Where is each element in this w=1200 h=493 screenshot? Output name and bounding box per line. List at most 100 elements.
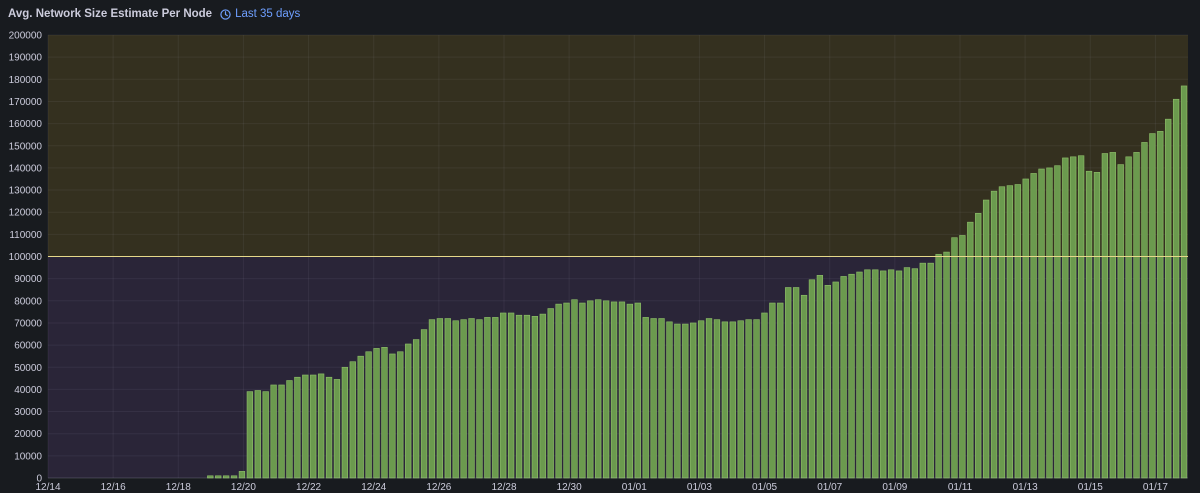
- bar: [792, 287, 800, 479]
- bar: [626, 303, 634, 479]
- bar: [1172, 98, 1180, 479]
- bar: [864, 269, 871, 479]
- x-tick-label: 12/14: [35, 482, 60, 493]
- bar: [1157, 131, 1164, 479]
- bar: [325, 376, 333, 479]
- bar: [872, 269, 879, 479]
- bar: [729, 321, 736, 479]
- bar: [903, 267, 911, 479]
- y-tick-label: 120000: [9, 208, 43, 219]
- bar: [951, 237, 958, 479]
- bar: [1101, 153, 1109, 479]
- bar: [1077, 155, 1085, 479]
- bar: [571, 299, 578, 479]
- bar: [262, 391, 269, 479]
- bar: [595, 299, 602, 479]
- bar: [1093, 172, 1101, 479]
- bar: [1070, 156, 1077, 479]
- bar: [333, 379, 341, 479]
- y-tick-label: 60000: [14, 341, 42, 352]
- y-tick-label: 70000: [14, 318, 42, 329]
- bar: [381, 347, 388, 479]
- y-tick-label: 140000: [9, 163, 43, 174]
- bar: [880, 270, 887, 479]
- bar: [682, 323, 689, 479]
- bar: [800, 294, 808, 479]
- bar: [1149, 133, 1156, 479]
- bar: [531, 316, 539, 479]
- bar: [365, 351, 372, 479]
- bar: [1109, 152, 1116, 479]
- bar: [634, 302, 641, 479]
- y-tick-label: 160000: [9, 119, 43, 130]
- bar: [927, 262, 934, 479]
- bar: [476, 319, 483, 479]
- bar: [507, 312, 515, 479]
- bar: [666, 321, 673, 479]
- bar: [895, 270, 903, 479]
- y-tick-label: 30000: [14, 407, 42, 418]
- x-tick-label: 12/16: [101, 482, 126, 493]
- bar: [1125, 156, 1132, 479]
- bar: [341, 366, 349, 479]
- bar: [808, 279, 816, 479]
- x-tick-label: 12/30: [557, 482, 582, 493]
- bar: [286, 380, 293, 479]
- x-tick-label: 12/24: [361, 482, 386, 493]
- bar: [389, 353, 396, 479]
- bar: [919, 262, 926, 479]
- bar: [1038, 168, 1045, 479]
- bar: [1046, 167, 1053, 479]
- bar: [373, 348, 380, 479]
- x-tick-label: 01/13: [1013, 482, 1038, 493]
- bar: [832, 281, 839, 479]
- bar: [967, 221, 974, 479]
- bar: [690, 322, 697, 479]
- bar: [697, 320, 705, 479]
- bar: [848, 273, 855, 479]
- y-tick-label: 10000: [14, 451, 42, 462]
- bar: [468, 318, 475, 479]
- bar: [254, 390, 261, 479]
- x-tick-label: 01/09: [882, 482, 907, 493]
- bar: [412, 339, 420, 479]
- y-tick-label: 200000: [9, 31, 43, 42]
- y-tick-label: 20000: [14, 429, 42, 440]
- bar: [998, 186, 1006, 479]
- bar: [500, 312, 507, 479]
- y-tick-label: 180000: [9, 75, 43, 86]
- y-tick-label: 100000: [9, 252, 43, 263]
- bar: [428, 319, 436, 479]
- bar: [579, 302, 586, 479]
- bar: [959, 235, 966, 479]
- bar: [840, 276, 847, 479]
- bar: [737, 320, 744, 479]
- bar: [642, 317, 649, 479]
- bar: [357, 355, 364, 479]
- bar: [1165, 118, 1172, 479]
- bar: [745, 319, 752, 479]
- bar: [294, 376, 301, 479]
- bar: [990, 190, 998, 479]
- bar: [317, 373, 325, 479]
- bar: [349, 361, 356, 479]
- x-tick-label: 01/15: [1078, 482, 1103, 493]
- bar: [658, 318, 665, 479]
- bar: [405, 343, 412, 479]
- y-tick-label: 40000: [14, 385, 42, 396]
- bar: [515, 314, 523, 479]
- bar: [547, 308, 554, 479]
- bar: [769, 302, 776, 479]
- x-tick-label: 01/07: [817, 482, 842, 493]
- bar: [310, 374, 317, 479]
- bar: [887, 269, 895, 479]
- bar: [444, 318, 451, 479]
- bar: [816, 275, 824, 479]
- bar: [674, 323, 681, 479]
- bar: [270, 384, 277, 479]
- bar: [555, 303, 562, 479]
- bar: [436, 318, 444, 479]
- y-tick-label: 130000: [9, 186, 43, 197]
- x-tick-label: 01/03: [687, 482, 712, 493]
- bar: [1062, 157, 1069, 479]
